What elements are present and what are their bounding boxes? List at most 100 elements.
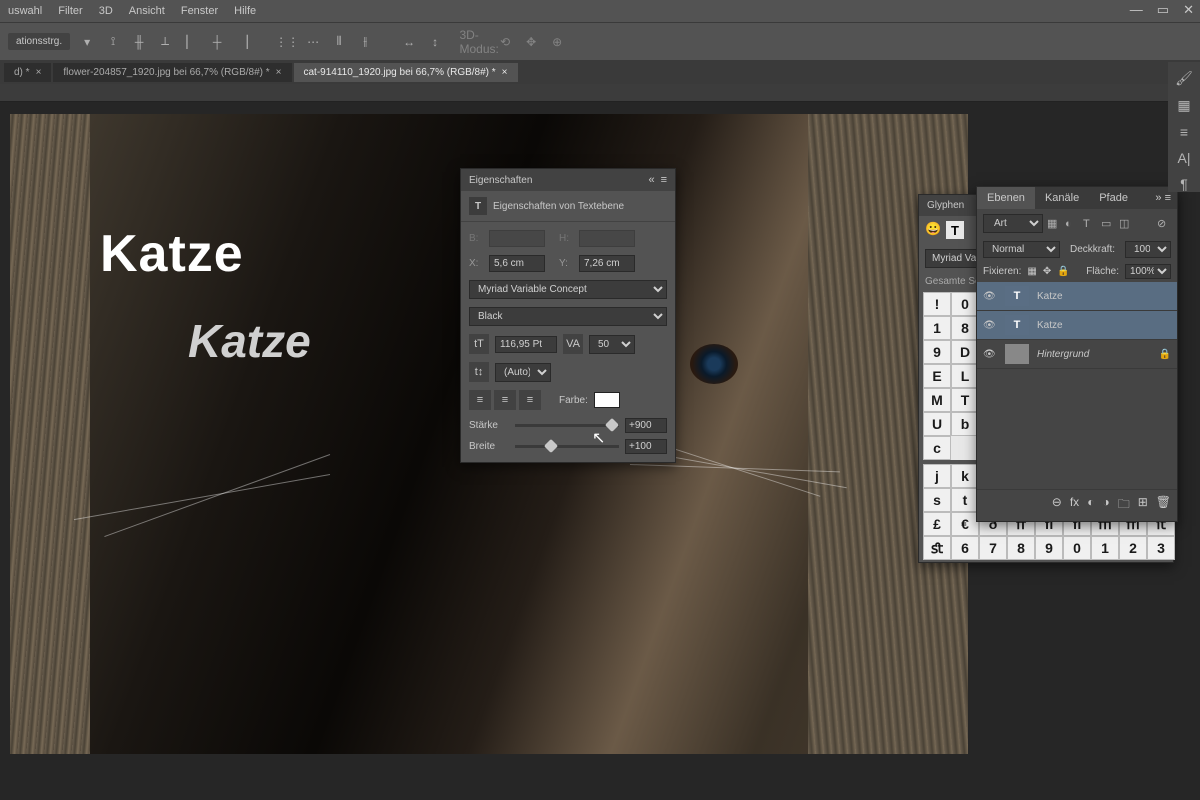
text-layer-1[interactable]: Katze [100, 224, 244, 284]
glyph-cell[interactable]: L [951, 364, 979, 388]
layer-item[interactable]: 👁 T Katze [977, 282, 1177, 311]
visibility-icon[interactable]: 👁 [983, 320, 997, 331]
close-tab-icon[interactable]: × [502, 67, 508, 78]
distribute-icon[interactable]: ⫲ [356, 33, 374, 51]
font-size-field[interactable] [495, 336, 557, 353]
layer-name[interactable]: Katze [1037, 291, 1063, 302]
lock-position-icon[interactable]: ✥ [1043, 266, 1051, 277]
maximize-icon[interactable]: ▭ [1157, 2, 1169, 18]
glyph-cell[interactable]: k [951, 464, 979, 488]
tracking-select[interactable]: 50 [589, 335, 635, 354]
spacing-icon[interactable]: ↔ [400, 33, 418, 51]
glyph-cell[interactable]: 9 [1035, 536, 1063, 560]
delete-layer-icon[interactable]: 🗑 [1156, 495, 1171, 516]
align-left-icon[interactable]: ▏ [182, 33, 200, 51]
filter-smart-icon[interactable]: ◫ [1119, 217, 1133, 230]
collapse-icon[interactable]: « [648, 174, 654, 186]
menu-item[interactable]: Fenster [181, 5, 218, 17]
glyph-cell[interactable]: 6 [951, 536, 979, 560]
filter-type-icon[interactable]: T [1083, 218, 1097, 230]
menu-item[interactable]: Filter [58, 5, 82, 17]
layer-thumbnail[interactable]: T [1005, 286, 1029, 306]
text-layer-2[interactable]: Katze [188, 314, 311, 368]
align-hcenter-icon[interactable]: ┼ [208, 33, 226, 51]
glyph-cell[interactable]: ! [923, 292, 951, 316]
glyph-cell[interactable]: 2 [1119, 536, 1147, 560]
glyph-cell[interactable]: € [951, 512, 979, 536]
3d-mode-icon[interactable]: 3D-Modus: [470, 33, 488, 51]
width-slider[interactable] [515, 445, 619, 448]
adjustment-layer-icon[interactable]: ◑ [1102, 495, 1109, 516]
font-family-select[interactable]: Myriad Variable Concept [469, 280, 667, 299]
spacing-icon[interactable]: ↕ [426, 33, 444, 51]
link-layers-icon[interactable]: ⊖ [1052, 495, 1062, 516]
align-vcenter-icon[interactable]: ╫ [130, 33, 148, 51]
glyph-cell[interactable]: t [951, 488, 979, 512]
lock-pixels-icon[interactable]: ▦ [1027, 266, 1036, 277]
opacity-select[interactable]: 100% [1125, 241, 1171, 258]
close-tab-icon[interactable]: × [36, 67, 42, 78]
layer-item[interactable]: 👁Hintergrund🔒 [977, 340, 1177, 369]
glyph-cell[interactable]: 8 [1007, 536, 1035, 560]
blend-mode-select[interactable]: Normal [983, 241, 1060, 258]
orbit-icon[interactable]: ⟲ [496, 33, 514, 51]
glyph-cell[interactable]: T [951, 388, 979, 412]
glyph-cell[interactable]: 8 [951, 316, 979, 340]
panel-header[interactable]: Eigenschaften «≡ [461, 169, 675, 191]
menu-item[interactable]: Ansicht [129, 5, 165, 17]
type-icon[interactable]: T [946, 221, 964, 239]
fill-select[interactable]: 100% [1125, 264, 1171, 279]
lock-all-icon[interactable]: 🔒 [1057, 266, 1069, 277]
align-bottom-icon[interactable]: ⟂ [156, 33, 174, 51]
tab-document[interactable]: d) *× [4, 63, 51, 82]
close-icon[interactable]: ✕ [1183, 2, 1194, 18]
layer-filter-select[interactable]: Art [983, 214, 1043, 233]
glyph-cell[interactable]: 3 [1147, 536, 1175, 560]
filter-adjust-icon[interactable]: ◐ [1065, 218, 1079, 230]
glyph-cell[interactable]: c [923, 436, 951, 460]
width-value-field[interactable] [625, 439, 667, 454]
new-layer-icon[interactable]: ⊞ [1138, 495, 1148, 516]
align-center-button[interactable]: ≡ [494, 390, 516, 410]
menu-item[interactable]: uswahl [8, 5, 42, 17]
tab-channels[interactable]: Kanäle [1035, 187, 1089, 209]
font-weight-select[interactable]: Black [469, 307, 667, 326]
layer-thumbnail[interactable]: T [1005, 315, 1029, 335]
layer-name[interactable]: Katze [1037, 320, 1063, 331]
new-group-icon[interactable]: 🗀 [1118, 495, 1130, 516]
tab-document-active[interactable]: cat-914110_1920.jpg bei 66,7% (RGB/8#) *… [294, 63, 518, 82]
layer-name[interactable]: Hintergrund [1037, 349, 1089, 360]
pan-icon[interactable]: ✥ [522, 33, 540, 51]
menu-item[interactable]: 3D [99, 5, 113, 17]
visibility-icon[interactable]: 👁 [983, 349, 997, 360]
distribute-icon[interactable]: ⋮⋮ [278, 33, 296, 51]
align-right-button[interactable]: ≡ [519, 390, 541, 410]
minimize-icon[interactable]: — [1130, 2, 1143, 18]
layer-mask-icon[interactable]: ◐ [1087, 495, 1094, 516]
distribute-icon[interactable]: ⫴ [330, 33, 348, 51]
paragraph-icon[interactable]: ¶ [1180, 176, 1188, 192]
align-right-icon[interactable]: ▕ [234, 33, 252, 51]
glyph-cell[interactable]: 7 [979, 536, 1007, 560]
glyph-cell[interactable]: £ [923, 512, 951, 536]
leading-select[interactable]: (Auto) [495, 363, 551, 382]
adjustments-icon[interactable]: ≡ [1180, 124, 1188, 140]
glyph-cell[interactable]: 0 [1063, 536, 1091, 560]
filter-toggle-icon[interactable]: ⊘ [1157, 217, 1171, 230]
y-position-field[interactable] [579, 255, 635, 272]
layer-fx-icon[interactable]: fx [1070, 495, 1079, 516]
chevron-down-icon[interactable]: ▾ [78, 33, 96, 51]
type-panel-icon[interactable]: A| [1178, 150, 1191, 166]
x-position-field[interactable] [489, 255, 545, 272]
visibility-icon[interactable]: 👁 [983, 291, 997, 302]
glyph-cell[interactable]: s [923, 488, 951, 512]
tab-document[interactable]: flower-204857_1920.jpg bei 66,7% (RGB/8#… [53, 63, 291, 82]
distribute-icon[interactable]: ⋯ [304, 33, 322, 51]
glyph-cell[interactable]: D [951, 340, 979, 364]
glyph-cell[interactable]: 9 [923, 340, 951, 364]
align-left-button[interactable]: ≡ [469, 390, 491, 410]
close-tab-icon[interactable]: × [276, 67, 282, 78]
weight-slider[interactable] [515, 424, 619, 427]
flyout-menu-icon[interactable]: ≡ [661, 174, 667, 186]
menu-item[interactable]: Hilfe [234, 5, 256, 17]
